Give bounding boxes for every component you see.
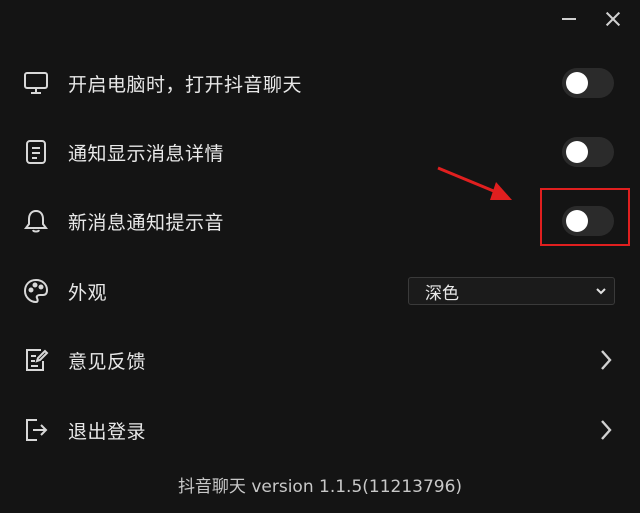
feedback-icon xyxy=(22,346,50,374)
palette-icon xyxy=(22,277,50,305)
version-text: 抖音聊天 version 1.1.5(11213796) xyxy=(177,477,463,497)
annotation-arrow xyxy=(437,166,512,200)
appearance-select[interactable]: 深色 xyxy=(408,277,615,305)
highlight-box xyxy=(540,188,630,246)
toggle-knob xyxy=(566,141,588,163)
toggle-knob xyxy=(566,72,588,94)
window-controls xyxy=(558,8,624,30)
setting-label: 通知显示消息详情 xyxy=(68,142,225,165)
bell-icon xyxy=(22,207,50,235)
monitor-icon xyxy=(22,69,50,97)
setting-row-launch-on-startup: 开启电脑时，打开抖音聊天 xyxy=(0,53,640,113)
close-icon[interactable] xyxy=(602,8,624,30)
launch-on-startup-toggle[interactable] xyxy=(562,68,614,98)
setting-label: 外观 xyxy=(68,281,108,304)
document-icon xyxy=(22,138,50,166)
chevron-right-icon[interactable] xyxy=(598,417,614,443)
setting-row-logout[interactable]: 退出登录 xyxy=(0,400,640,460)
chevron-right-icon[interactable] xyxy=(598,347,614,373)
notification-details-toggle[interactable] xyxy=(562,137,614,167)
logout-icon xyxy=(22,416,50,444)
appearance-select-value: 深色 xyxy=(425,283,459,304)
setting-label: 退出登录 xyxy=(68,420,147,443)
setting-label: 意见反馈 xyxy=(68,350,147,373)
chevron-down-icon xyxy=(596,288,606,295)
minimize-icon[interactable] xyxy=(558,8,580,30)
setting-label: 开启电脑时，打开抖音聊天 xyxy=(68,73,303,96)
setting-row-notification-details: 通知显示消息详情 xyxy=(0,122,640,182)
setting-row-appearance: 外观 深色 xyxy=(0,261,640,321)
setting-row-feedback[interactable]: 意见反馈 xyxy=(0,330,640,390)
setting-label: 新消息通知提示音 xyxy=(68,211,225,234)
